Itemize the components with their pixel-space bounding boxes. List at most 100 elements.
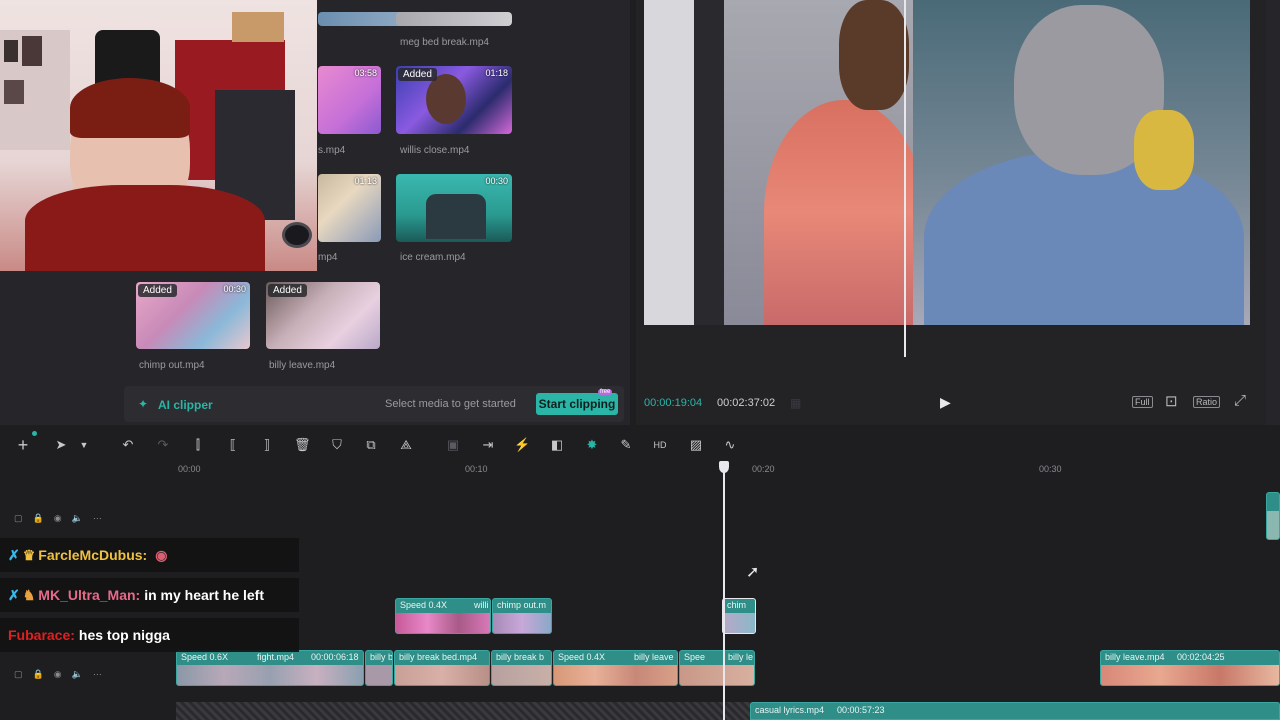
clip-name: billy le — [728, 652, 754, 662]
more-icon[interactable]: ⋯ — [93, 669, 102, 680]
eye-icon[interactable]: ◉ — [54, 669, 62, 680]
transform-icon[interactable]: ⟁ — [398, 437, 414, 453]
person-sweater — [25, 185, 265, 271]
added-badge: Added — [268, 284, 307, 297]
split-icon[interactable]: ⫿ — [190, 437, 206, 453]
timeline-clip[interactable]: chimp out.m — [492, 598, 552, 634]
chat-line: ✗ ♞ MK_Ultra_Man: in my heart he left — [0, 578, 299, 612]
grid-icon[interactable]: ▦ — [790, 396, 801, 410]
media-label: mp4 — [318, 252, 338, 263]
split-left-icon[interactable]: ⟦ — [225, 437, 241, 453]
play-icon[interactable]: ▶ — [940, 394, 951, 411]
media-thumb-3[interactable]: 03:58 — [318, 66, 381, 134]
playhead-handle[interactable] — [719, 461, 729, 473]
mirror-icon[interactable]: ◧ — [549, 437, 565, 453]
video-editor-app: meg bed break.mp4 03:58 s.mp4 Added 01:1… — [0, 0, 1280, 720]
timeline-clip[interactable]: Spee billy le — [679, 650, 755, 686]
split-right-icon[interactable]: ⟧ — [259, 437, 275, 453]
fullscreen-icon[interactable]: ⤢ — [1234, 392, 1246, 409]
verified-icon: ✗ — [8, 586, 20, 603]
timeline-clip[interactable]: billy break bed.mp4 — [394, 650, 490, 686]
lock-icon[interactable]: 🔒 — [33, 513, 44, 524]
audio-clip[interactable]: casual lyrics.mp4 00:00:57:23 — [750, 702, 1280, 720]
free-badge: free — [598, 389, 613, 395]
video-person-back — [764, 100, 924, 325]
media-thumb-billy-leave[interactable]: Added — [266, 282, 380, 349]
clip-name: willi — [474, 600, 489, 610]
clip-time: 00:02:04:25 — [1177, 652, 1225, 662]
media-label: chimp out.mp4 — [139, 360, 205, 371]
undo-icon[interactable]: ↶ — [120, 437, 136, 453]
total-time: 00:02:37:02 — [717, 397, 776, 409]
start-clipping-button[interactable]: Start clipping — [536, 393, 618, 415]
playhead[interactable] — [723, 462, 725, 720]
effects-wand-icon[interactable]: ✎ — [618, 437, 634, 453]
video-frame — [644, 0, 1250, 325]
duration-label: 01:13 — [354, 176, 377, 186]
clip-name: billy leave — [634, 652, 674, 662]
timeline-clip[interactable]: billy break b — [491, 650, 552, 686]
hanging-shirt — [95, 30, 160, 85]
media-label: willis close.mp4 — [400, 145, 470, 156]
chat-line: Fubarace: hes top nigga — [0, 618, 299, 652]
timeline-clip[interactable]: Speed 0.6X fight.mp4 00:00:06:18 — [176, 650, 364, 686]
lock-icon[interactable]: 🔒 — [33, 669, 44, 680]
replace-media-icon[interactable]: ▨ — [688, 437, 704, 453]
timeline-clip[interactable]: Speed 0.4X billy leave — [553, 650, 678, 686]
hd-icon[interactable]: HD — [652, 437, 668, 453]
track-cover-icon[interactable]: ▢ — [14, 669, 23, 680]
audio-wave-icon[interactable]: ∿ — [722, 437, 738, 453]
media-label: meg bed break.mp4 — [400, 37, 489, 48]
freeze-icon[interactable]: ▣ — [445, 437, 461, 453]
tick-label: 00:30 — [1039, 464, 1062, 474]
added-badge: Added — [138, 284, 177, 297]
media-thumb-chimp-out[interactable]: Added 00:30 — [136, 282, 250, 349]
full-button[interactable]: Full — [1132, 396, 1153, 408]
screenshot-icon[interactable]: ⊡ — [1165, 392, 1178, 410]
crop-icon[interactable]: ⧉ — [363, 437, 379, 453]
chat-username: Fubarace: — [8, 627, 75, 643]
badge-icon: ♛ — [22, 546, 36, 563]
timeline-clip[interactable]: Speed 0.4X willi — [395, 598, 491, 634]
chevron-down-icon[interactable]: ▼ — [76, 437, 92, 453]
preview-panel: 00:00:19:04 00:02:37:02 ▦ ▶ Full ⊡ Ratio… — [636, 0, 1280, 425]
volume-icon[interactable]: 🔈 — [72, 513, 83, 524]
badge-icon: ♞ — [22, 586, 36, 603]
volume-icon[interactable]: 🔈 — [72, 669, 83, 680]
magic-wand-icon[interactable]: ⚡ — [514, 437, 530, 453]
extract-icon[interactable]: ⇥ — [480, 437, 496, 453]
timeline-clip-selected[interactable]: chim — [722, 598, 756, 634]
added-badge: Added — [398, 68, 437, 81]
ratio-button[interactable]: Ratio — [1193, 396, 1221, 408]
redo-icon[interactable]: ↷ — [155, 437, 171, 453]
eye-icon[interactable]: ◉ — [54, 513, 62, 524]
clip-time: 00:00:06:18 — [311, 652, 359, 662]
clip-speed: Speed 0.6X — [181, 652, 229, 662]
video-blonde-hair — [1134, 110, 1194, 190]
shield-icon[interactable]: ⛉ — [329, 437, 345, 453]
media-label: s.mp4 — [318, 145, 346, 156]
timeline-clip[interactable]: billy b — [365, 650, 393, 686]
thumb-figure — [426, 194, 486, 239]
duration-label: 00:30 — [485, 176, 508, 186]
clip-speed: Spee — [684, 652, 706, 662]
media-thumb-5[interactable]: 01:13 — [318, 174, 381, 242]
timeline-clip[interactable]: billy leave.mp4 00:02:04:25 — [1100, 650, 1280, 686]
thumb-figure — [426, 74, 466, 124]
media-thumb-2[interactable] — [396, 12, 512, 26]
track-cover-icon[interactable]: ▢ — [14, 513, 23, 524]
compare-divider[interactable] — [904, 0, 906, 357]
timeline-clip-partial[interactable] — [1266, 492, 1280, 540]
delete-icon[interactable]: 🗑 — [294, 437, 311, 453]
select-cursor-icon[interactable]: ➤ — [53, 437, 69, 453]
clip-name: chim — [727, 600, 747, 610]
clip-name: fight.mp4 — [257, 652, 295, 662]
tick-label: 00:10 — [465, 464, 488, 474]
media-thumb-ice-cream[interactable]: 00:30 — [396, 174, 512, 242]
more-icon[interactable]: ⋯ — [93, 513, 102, 524]
auto-reframe-icon[interactable]: ✸ — [584, 437, 600, 453]
video-person-head — [839, 0, 909, 110]
add-icon[interactable]: + — [15, 436, 31, 454]
mouse-cursor-icon: ➚ — [746, 564, 760, 581]
media-thumb-willis[interactable]: Added 01:18 — [396, 66, 512, 134]
